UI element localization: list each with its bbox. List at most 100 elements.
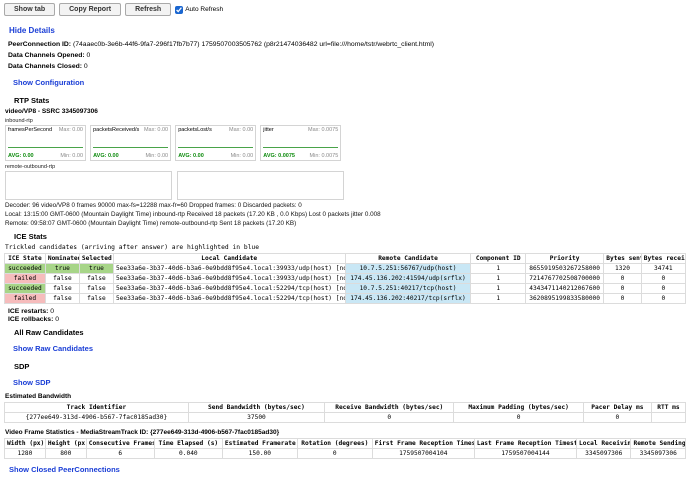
- video-stats-data-row: 1280 800 6 0.040 150.00 0 1759507004104 …: [5, 449, 686, 459]
- first-frame-timestamp-cell: 1759507004104: [372, 449, 474, 459]
- sparkline-max: Max: 0.00: [229, 127, 253, 133]
- local-stat-line: Local: 13:15:00 GMT-0600 (Mountain Dayli…: [5, 211, 686, 218]
- show-configuration-link[interactable]: Show Configuration: [13, 78, 84, 87]
- empty-graph-box: [5, 171, 172, 200]
- empty-graph-box: [177, 171, 344, 200]
- sparkline-max: Max: 0.00: [59, 127, 83, 133]
- bytes-received-cell: 0: [641, 294, 685, 304]
- decoder-stat-line: Decoder: 96 video/VP8 0 frames 90000 max…: [5, 202, 686, 209]
- ice-stats-title: ICE Stats: [14, 232, 686, 241]
- ice-table-header-row: ICE State Nominated Selected Local Candi…: [5, 254, 686, 264]
- sparkline-plot: [93, 147, 168, 148]
- col-rotation: Rotation (degrees): [297, 439, 372, 449]
- data-channels-closed: Data Channels Closed: 0: [8, 63, 686, 70]
- component-id-cell: 1: [471, 274, 525, 284]
- inbound-rtp-label: inbound-rtp: [5, 118, 686, 124]
- nominated-cell: true: [45, 264, 79, 274]
- sparkline-plot: [263, 147, 338, 148]
- sparkline-jitter: jitterMax: 0.0075 AVG: 0.0075Min: 0.0075: [260, 125, 341, 161]
- auto-refresh-toggle: Auto Refresh: [175, 6, 223, 14]
- estimated-bandwidth-table: Track Identifier Send Bandwidth (bytes/s…: [4, 402, 686, 423]
- auto-refresh-label: Auto Refresh: [185, 6, 223, 13]
- ice-state-cell: succeeded: [5, 264, 46, 274]
- col-remote-candidate: Remote Candidate: [345, 254, 471, 264]
- rtp-stream-title: video/VP8 - SSRC 3345097306: [5, 108, 686, 115]
- video-frame-statistics-table: Width (px) Height (px) Consecutive Frame…: [4, 438, 686, 459]
- time-elapsed-cell: 0.040: [154, 449, 222, 459]
- col-first-frame-timestamp: First Frame Reception Timestamp: [372, 439, 474, 449]
- ice-state-cell: failed: [5, 274, 46, 284]
- show-sdp-link[interactable]: Show SDP: [13, 378, 51, 387]
- priority-cell: 8655919503267258000: [525, 264, 603, 274]
- ice-restarts-label: ICE restarts:: [8, 308, 48, 315]
- selected-cell: false: [79, 284, 113, 294]
- pacer-delay-cell: 0: [583, 413, 651, 423]
- peerconnection-id: PeerConnection ID: (74aaec0b-3e6b-44f6-9…: [8, 41, 686, 48]
- remote-outbound-rtp-graphs: [5, 171, 686, 200]
- bytes-received-cell: 34741: [641, 264, 685, 274]
- sparkline-avg: AVG: 0.00: [93, 153, 119, 159]
- auto-refresh-checkbox[interactable]: [175, 6, 183, 14]
- remote-candidate-cell: 10.7.5.251:56767/udp(host): [345, 264, 471, 274]
- ice-candidate-row: failed false false 5ee33a6e-3b37-40d6-b3…: [5, 294, 686, 304]
- peerconnection-id-value: (74aaec0b-3e6b-44f6-9fa7-296f17fb7b77) 1…: [71, 41, 434, 48]
- col-send-bandwidth: Send Bandwidth (bytes/sec): [188, 403, 324, 413]
- show-raw-candidates-link[interactable]: Show Raw Candidates: [13, 344, 93, 353]
- show-closed-peerconnections-link[interactable]: Show Closed PeerConnections: [9, 465, 120, 474]
- sparkline-title: framesPerSecond: [8, 127, 52, 133]
- col-nominated: Nominated: [45, 254, 79, 264]
- col-component-id: Component ID: [471, 254, 525, 264]
- sparkline-framespersecond: framesPerSecondMax: 0.00 AVG: 0.00Min: 0…: [5, 125, 86, 161]
- ice-rollbacks-value: 0: [53, 316, 59, 323]
- data-channels-opened: Data Channels Opened: 0: [8, 52, 686, 59]
- bandwidth-data-row: {277ee649-313d-4906-b567-7fac0185ad30} 3…: [5, 413, 686, 423]
- priority-cell: 7214767702508700000: [525, 274, 603, 284]
- col-local-receiving-ssrc: Local Receiving SSRC: [577, 439, 631, 449]
- sparkline-max: Max: 0.00: [144, 127, 168, 133]
- sparkline-packetslost: packetsLost/sMax: 0.00 AVG: 0.00Min: 0.0…: [175, 125, 256, 161]
- remote-outbound-rtp-label: remote-outbound-rtp: [5, 164, 686, 170]
- bandwidth-header-row: Track Identifier Send Bandwidth (bytes/s…: [5, 403, 686, 413]
- width-cell: 1280: [5, 449, 46, 459]
- ice-rollbacks-label: ICE rollbacks:: [8, 316, 53, 323]
- sparkline-title: jitter: [263, 127, 273, 133]
- data-channels-opened-label: Data Channels Opened:: [8, 52, 85, 59]
- maximum-padding-cell: 0: [454, 413, 583, 423]
- col-remote-sending-ssrc: Remote Sending SSRC: [631, 439, 686, 449]
- refresh-button[interactable]: Refresh: [125, 3, 171, 16]
- show-tab-button[interactable]: Show tab: [4, 3, 55, 16]
- ice-restarts: ICE restarts: 0: [8, 308, 686, 315]
- local-candidate-cell: 5ee33a6e-3b37-40d6-b3a6-0e9bdd8f95e4.loc…: [113, 274, 345, 284]
- col-consecutive-frames: Consecutive Frames: [86, 439, 154, 449]
- ice-candidate-row: failed false false 5ee33a6e-3b37-40d6-b3…: [5, 274, 686, 284]
- remote-candidate-cell: 174.45.136.202:41594/udp(srflx): [345, 274, 471, 284]
- col-height: Height (px): [45, 439, 86, 449]
- bytes-sent-cell: 1320: [604, 264, 641, 274]
- bytes-sent-cell: 0: [604, 284, 641, 294]
- col-bytes-received: Bytes received:: [641, 254, 685, 264]
- local-candidate-cell: 5ee33a6e-3b37-40d6-b3a6-0e9bdd8f95e4.loc…: [113, 294, 345, 304]
- copy-report-button[interactable]: Copy Report: [59, 3, 121, 16]
- component-id-cell: 1: [471, 264, 525, 274]
- ice-state-cell: succeeded: [5, 284, 46, 294]
- remote-candidate-cell: 174.45.136.202:40217/tcp(srflx): [345, 294, 471, 304]
- sparkline-min: Min: 0.00: [231, 153, 254, 159]
- priority-cell: 3620895199833580000: [525, 294, 603, 304]
- estimated-bandwidth-title: Estimated Bandwidth: [5, 393, 686, 400]
- col-ice-state: ICE State: [5, 254, 46, 264]
- data-channels-closed-value: 0: [82, 63, 88, 70]
- all-raw-candidates-title: All Raw Candidates: [14, 328, 686, 337]
- sparkline-title: packetsReceived/s: [93, 127, 139, 133]
- component-id-cell: 1: [471, 284, 525, 294]
- data-channels-closed-label: Data Channels Closed:: [8, 63, 82, 70]
- hide-details-link[interactable]: Hide Details: [9, 26, 55, 35]
- height-cell: 800: [45, 449, 86, 459]
- track-identifier-cell: {277ee649-313d-4906-b567-7fac0185ad30}: [5, 413, 189, 423]
- sparkline-title: packetsLost/s: [178, 127, 212, 133]
- col-rtt: RTT ms: [651, 403, 685, 413]
- ice-restarts-value: 0: [48, 308, 54, 315]
- sparkline-avg: AVG: 0.00: [8, 153, 34, 159]
- bytes-received-cell: 0: [641, 274, 685, 284]
- selected-cell: false: [79, 294, 113, 304]
- toolbar: Show tab Copy Report Refresh Auto Refres…: [4, 3, 686, 16]
